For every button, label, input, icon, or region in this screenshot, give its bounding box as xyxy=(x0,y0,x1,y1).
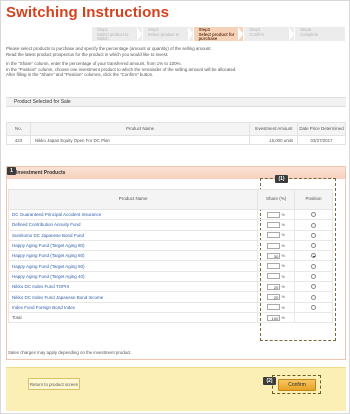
column-header: Investment Amount xyxy=(249,122,299,136)
investment-products-table: Product Name Share (%) Position DC Guara… xyxy=(7,189,333,324)
product-link[interactable]: Happy Aging Fund (Target Aging 40) xyxy=(7,270,259,283)
sales-charge-note: Sales charges may apply depending on the… xyxy=(8,350,132,355)
share-input[interactable] xyxy=(267,273,281,280)
step-label: Confirm xyxy=(249,31,265,37)
share-input[interactable]: 20 xyxy=(267,294,281,301)
column-header: Position xyxy=(294,189,333,210)
investment-amount: 15,000 units xyxy=(249,135,299,145)
position-radio[interactable] xyxy=(311,294,317,300)
percent-unit: % xyxy=(281,232,285,238)
confirm-highlight: Confirm xyxy=(272,375,321,394)
position-radio[interactable] xyxy=(311,243,317,249)
step-label: Select product to xyxy=(147,31,180,37)
product-link[interactable]: Nikko DC Index Fund Japanese Bond Income xyxy=(7,291,259,303)
percent-unit: % xyxy=(281,304,285,310)
product-link[interactable]: Sumitomo DC Japanese Bond Fund xyxy=(7,229,259,241)
instructions: Please select products to purchase and s… xyxy=(6,46,346,78)
product-link[interactable]: Happy Aging Fund (Target Aging 60) xyxy=(7,250,259,262)
share-input[interactable] xyxy=(267,242,281,249)
step-indicator: Step1 Select product to switch Step2 Sel… xyxy=(92,27,346,41)
column-header: Product Name xyxy=(29,122,251,136)
price-date: 03/27/2017 xyxy=(297,135,346,145)
product-link[interactable]: Happy Aging Fund (Target Aging 80) xyxy=(7,239,259,252)
product-name: Nikko Japan Equity Open For DC Plan xyxy=(29,135,251,145)
percent-unit: % xyxy=(281,294,285,300)
table-row: DC Guaranteed Principal Accident Insuran… xyxy=(7,208,333,221)
table-row: 423 Nikko Japan Equity Open For DC Plan … xyxy=(6,135,346,145)
step-5: Step5 Complete xyxy=(295,27,345,41)
action-bar: Return to product screen (2) Confirm xyxy=(6,367,346,411)
position-radio[interactable] xyxy=(311,232,317,238)
position-radio[interactable] xyxy=(311,284,317,290)
page-title: Switching Instructions xyxy=(6,4,170,21)
table-row: Happy Aging Fund (Target Aging 50) % xyxy=(7,260,333,272)
product-link[interactable]: DC Guaranteed Principal Accident Insuran… xyxy=(7,208,259,221)
table-row: Defined Contribution Annuity Fund % xyxy=(7,219,333,231)
column-header: Date Price Determined xyxy=(297,122,346,136)
callout-badge-section: 1 xyxy=(7,167,16,175)
table-row: Nikko DC Index Fund TOPIX 20% xyxy=(7,281,333,293)
selected-product-heading: Product Selected for Sale xyxy=(6,97,346,107)
share-input[interactable] xyxy=(267,232,281,239)
callout-badge-column: (1) xyxy=(275,175,288,183)
product-link[interactable]: Index Fund Foreign Bond Index xyxy=(7,301,259,313)
share-input[interactable]: 30 xyxy=(267,252,281,259)
table-row: Index Fund Foreign Bond Index % xyxy=(7,301,333,313)
percent-unit: % xyxy=(281,283,285,289)
position-radio[interactable] xyxy=(311,263,317,269)
step-label: Select product for purchase xyxy=(198,31,235,41)
row-number: 423 xyxy=(6,135,31,145)
position-radio-selected[interactable] xyxy=(311,253,317,259)
percent-unit: % xyxy=(281,263,285,269)
total-label: Total xyxy=(7,311,259,324)
percent-unit: % xyxy=(281,222,285,228)
percent-unit: % xyxy=(281,273,285,279)
percent-unit: % xyxy=(281,242,285,248)
total-share: 100 xyxy=(267,314,281,321)
product-link[interactable]: Happy Aging Fund (Target Aging 50) xyxy=(7,260,259,272)
step-3-current: Step3 Select product for purchase xyxy=(193,27,244,41)
return-button[interactable]: Return to product screen xyxy=(28,378,80,390)
step-2: Step2 Select product to xyxy=(142,27,193,41)
product-link[interactable]: Nikko DC Index Fund TOPIX xyxy=(7,281,259,293)
percent-unit: % xyxy=(281,314,285,320)
position-radio[interactable] xyxy=(311,304,317,310)
percent-unit: % xyxy=(281,211,285,217)
share-input[interactable] xyxy=(267,211,281,218)
table-row: Happy Aging Fund (Target Aging 80) % xyxy=(7,239,333,252)
column-header: No. xyxy=(6,122,31,136)
step-label: Select product to switch xyxy=(97,31,129,41)
table-row: Happy Aging Fund (Target Aging 60) 30% xyxy=(7,250,333,262)
column-header: Share (%) xyxy=(257,189,296,210)
page: Switching Instructions Step1 Select prod… xyxy=(0,0,350,414)
step-1: Step1 Select product to switch xyxy=(92,27,142,41)
selected-product-table: No. Product Name Investment Amount Date … xyxy=(6,122,346,145)
total-row: Total 100% xyxy=(7,311,333,324)
share-input[interactable]: 20 xyxy=(267,283,281,290)
product-link[interactable]: Defined Contribution Annuity Fund xyxy=(7,219,259,231)
position-radio[interactable] xyxy=(311,274,317,280)
position-radio[interactable] xyxy=(311,222,317,228)
column-header: Product Name xyxy=(7,189,259,210)
share-input[interactable] xyxy=(267,263,281,270)
table-row: Happy Aging Fund (Target Aging 40) % xyxy=(7,270,333,283)
share-input[interactable] xyxy=(267,221,281,228)
instruction-line: After filling in the "Share" and "Positi… xyxy=(6,72,154,78)
step-4: Step4 Confirm xyxy=(244,27,295,41)
table-row: Nikko DC Index Fund Japanese Bond Income… xyxy=(7,291,333,303)
position-radio[interactable] xyxy=(311,212,317,218)
confirm-button[interactable]: Confirm xyxy=(278,379,316,391)
step-label: Complete xyxy=(300,31,319,37)
percent-unit: % xyxy=(281,253,285,259)
table-row: Sumitomo DC Japanese Bond Fund % xyxy=(7,229,333,241)
share-input[interactable] xyxy=(267,304,281,311)
